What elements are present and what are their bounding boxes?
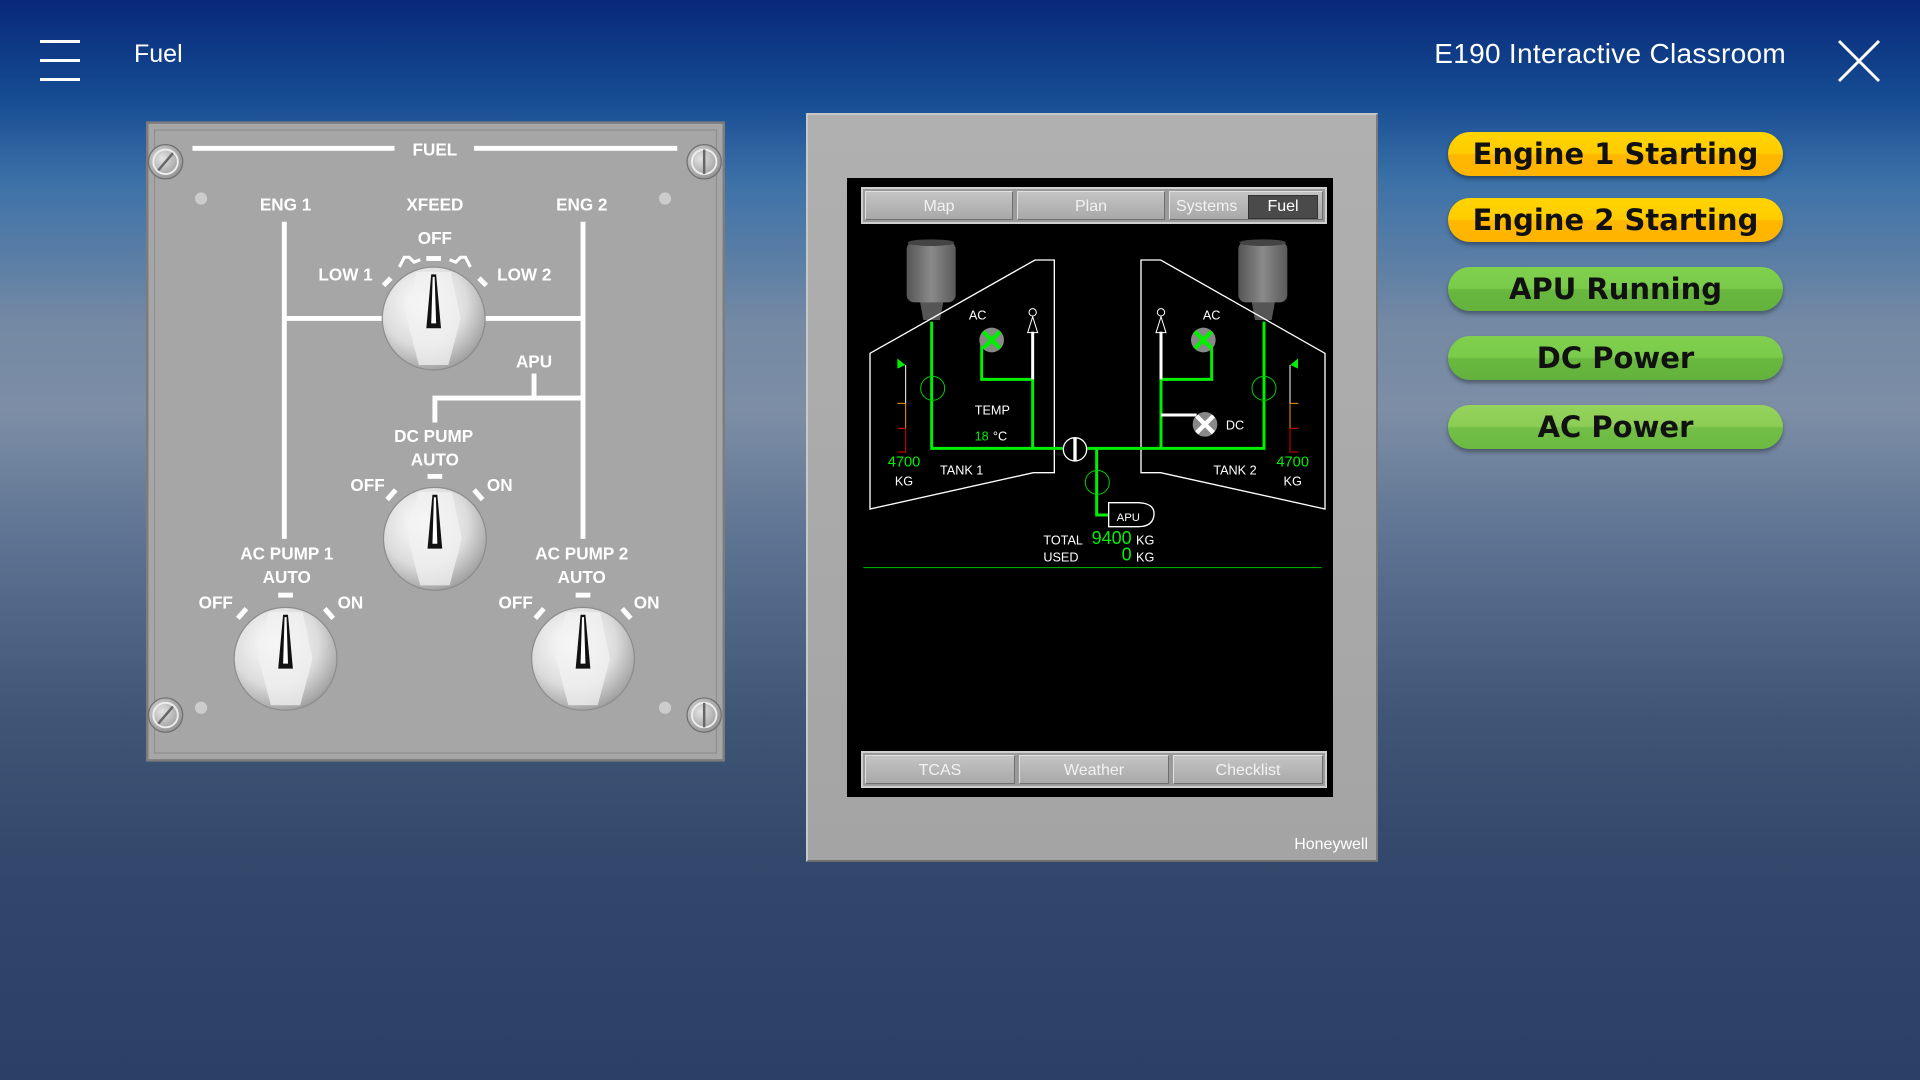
tank-1-label: TANK 1 <box>940 464 983 478</box>
ac-pump1-off-label: OFF <box>199 593 233 613</box>
used-label: USED <box>1043 550 1078 564</box>
mfd-bottom-tab-bar: TCAS Weather Checklist <box>861 751 1327 788</box>
hamburger-menu-button[interactable] <box>38 38 82 82</box>
temp-label: TEMP <box>975 403 1010 417</box>
xfeed-off-label: OFF <box>418 228 452 248</box>
tank-1-gauge <box>897 358 907 453</box>
dc-pump-icon <box>1192 412 1218 437</box>
engine-1-starting-button[interactable]: Engine 1 Starting <box>1448 132 1783 176</box>
eng2-label: ENG 2 <box>556 195 607 215</box>
tank-2-unit: KG <box>1284 475 1302 489</box>
engine-2-starting-button[interactable]: Engine 2 Starting <box>1448 198 1783 242</box>
ac-pump-1-icon <box>979 327 1004 353</box>
ac-pump1-auto-label: AUTO <box>263 567 311 587</box>
ac-pump2-on-label: ON <box>634 593 660 613</box>
apu-label: APU <box>516 351 552 371</box>
tab-checklist[interactable]: Checklist <box>1173 755 1323 784</box>
fuel-overhead-panel: FUEL ENG 1 XFEED ENG 2 OFF LOW 1 LOW 2 A… <box>146 121 725 762</box>
temp-value: 18 <box>975 430 989 444</box>
tab-tcas[interactable]: TCAS <box>865 755 1015 784</box>
ac-pump-2-icon <box>1191 327 1216 353</box>
xfeed-selector-knob[interactable] <box>381 266 486 371</box>
hamburger-icon <box>40 40 80 43</box>
dc-pump-label: DC <box>1226 418 1244 432</box>
used-fuel-value: 0 <box>1122 545 1132 565</box>
used-unit: KG <box>1136 550 1154 564</box>
ac-pump1-selector-knob[interactable] <box>233 606 338 711</box>
close-icon <box>1837 39 1881 83</box>
ac-pump2-off-label: OFF <box>499 593 533 613</box>
ac-pump1-on-label: ON <box>338 593 364 613</box>
close-button[interactable] <box>1836 38 1882 84</box>
tank-2-gauge <box>1289 358 1299 453</box>
hamburger-icon <box>40 59 80 62</box>
tank-1-quantity: 4700 <box>888 455 921 471</box>
total-unit: KG <box>1136 534 1154 548</box>
dc-pump-off-label: OFF <box>350 475 384 495</box>
xfeed-low2-label: LOW 2 <box>497 265 551 285</box>
ac-pump2-auto-label: AUTO <box>558 567 606 587</box>
dc-power-button[interactable]: DC Power <box>1448 336 1783 380</box>
ac-pump1-label: AC PUMP 1 <box>240 544 333 564</box>
hamburger-icon <box>40 78 80 81</box>
tank-2-quantity: 4700 <box>1276 455 1309 471</box>
xfeed-label: XFEED <box>406 195 463 215</box>
dc-pump-selector-knob[interactable] <box>382 486 487 591</box>
dc-pump-auto-label: AUTO <box>411 449 459 469</box>
xfeed-low1-label: LOW 1 <box>318 265 373 285</box>
app-title: E190 Interactive Classroom <box>1434 38 1786 69</box>
ac-pump2-label: AC PUMP 2 <box>535 544 628 564</box>
apu-label: APU <box>1117 512 1140 524</box>
dc-pump-on-label: ON <box>487 475 513 495</box>
crossfeed-valve-icon <box>1062 437 1088 462</box>
panel-title: FUEL <box>413 140 458 160</box>
engine-1-icon <box>906 239 956 320</box>
ac-pump-1-label: AC <box>969 308 987 322</box>
temp-unit: °C <box>993 430 1007 444</box>
ac-power-button[interactable]: AC Power <box>1448 405 1783 449</box>
tank-1-unit: KG <box>895 475 913 489</box>
apu-running-button[interactable]: APU Running <box>1448 267 1783 311</box>
ac-pump-2-label: AC <box>1203 308 1221 322</box>
dc-pump-label: DC PUMP <box>394 426 473 446</box>
eng1-label: ENG 1 <box>260 195 312 215</box>
brand-label: Honeywell <box>1294 836 1368 853</box>
vent-icon <box>1026 308 1167 334</box>
tab-weather[interactable]: Weather <box>1019 755 1169 784</box>
fuel-synoptic: AC AC DC TEMP 18 °C 4700 KG TANK 1 TANK … <box>863 239 1326 569</box>
ac-pump2-selector-knob[interactable] <box>530 606 636 711</box>
tank-2-label: TANK 2 <box>1213 464 1256 478</box>
total-label: TOTAL <box>1043 534 1083 548</box>
page-title: Fuel <box>134 40 183 68</box>
